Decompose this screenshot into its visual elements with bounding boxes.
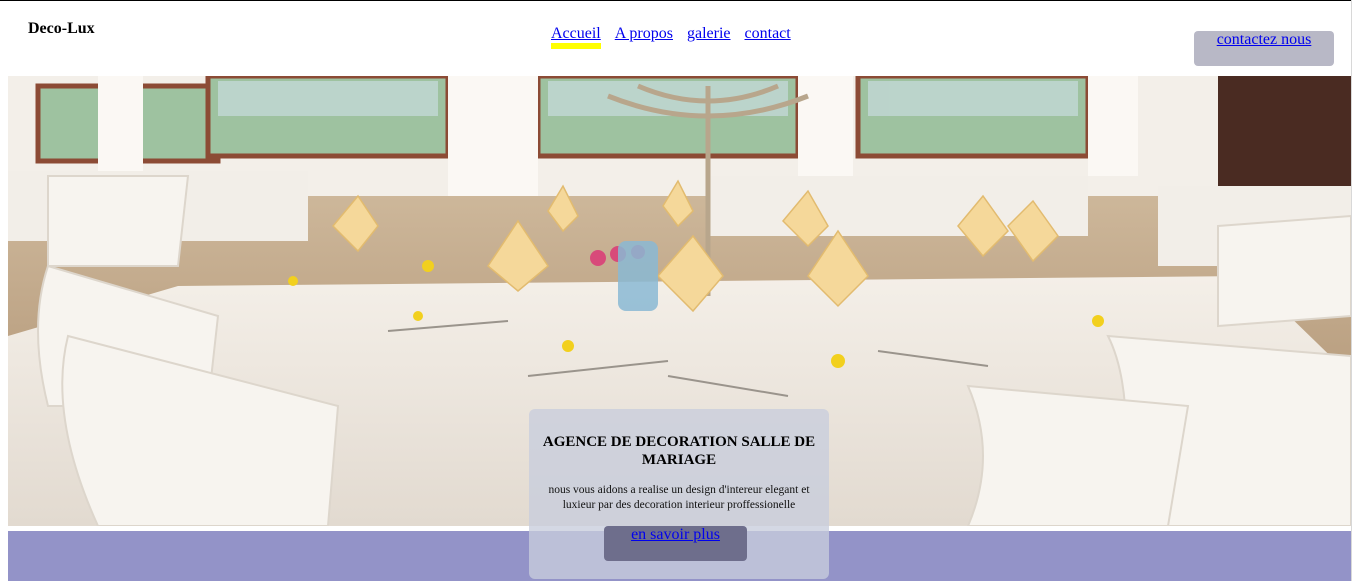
main-nav: Accueil A propos galerie contact: [551, 25, 791, 49]
hero-description: nous vous aidons a realise un design d'i…: [548, 484, 810, 511]
learn-more-link[interactable]: en savoir plus: [604, 526, 747, 544]
contact-cta-link[interactable]: contactez nous: [1217, 31, 1312, 48]
nav-item-a-propos[interactable]: A propos: [615, 25, 673, 49]
hero-card: AGENCE DE DECORATION SALLE DE MARIAGE no…: [529, 409, 829, 579]
scrollbar[interactable]: [1351, 0, 1356, 581]
contact-cta-button[interactable]: contactez nous: [1194, 31, 1334, 66]
top-border: [0, 0, 1356, 1]
nav-item-contact[interactable]: contact: [745, 25, 791, 49]
nav-item-galerie[interactable]: galerie: [687, 25, 731, 49]
nav-item-accueil[interactable]: Accueil: [551, 25, 601, 49]
brand-logo: Deco-Lux: [28, 20, 95, 37]
hero-title: AGENCE DE DECORATION SALLE DE MARIAGE: [542, 434, 816, 468]
learn-more-button[interactable]: en savoir plus: [604, 526, 747, 561]
